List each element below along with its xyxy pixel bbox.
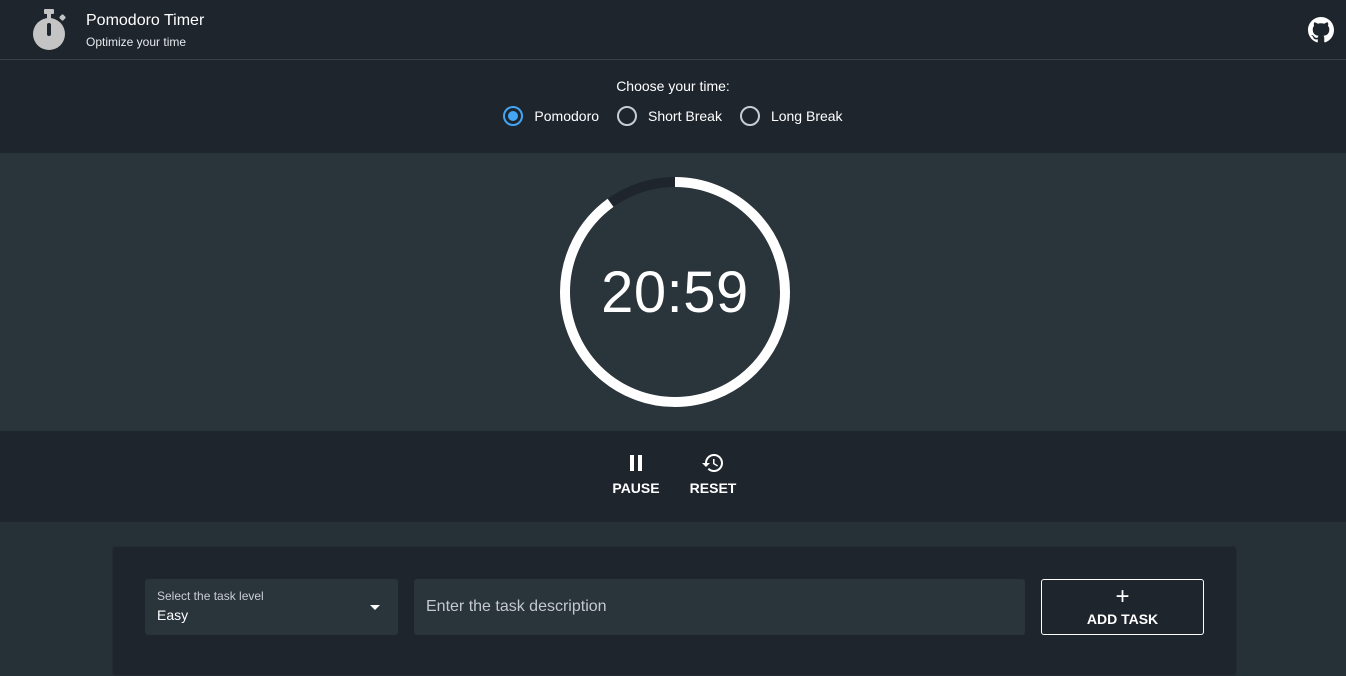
pause-icon xyxy=(630,455,642,471)
reset-button[interactable]: RESET xyxy=(678,451,748,501)
radio-label-long-break: Long Break xyxy=(770,108,843,124)
task-description-input[interactable] xyxy=(414,579,1025,635)
chooser-label: Choose your time: xyxy=(616,78,730,94)
task-level-select[interactable]: Select the task level Easy xyxy=(145,579,398,635)
time-chooser: Choose your time: Pomodoro Short Break L… xyxy=(0,60,1346,153)
add-task-label: ADD TASK xyxy=(1086,611,1159,627)
timer-section: 20:59 xyxy=(0,153,1346,431)
app-subtitle: Optimize your time xyxy=(86,35,187,49)
timer-display: 20:59 xyxy=(601,259,749,325)
stopwatch-icon xyxy=(33,9,66,50)
radio-label-short-break: Short Break xyxy=(648,108,722,124)
task-panel: Select the task level Easy + ADD TASK xyxy=(112,546,1237,676)
app-title: Pomodoro Timer xyxy=(86,12,205,29)
app-header: Pomodoro Timer Optimize your time xyxy=(0,0,1346,60)
time-radio-group: Pomodoro Short Break Long Break xyxy=(0,106,1346,126)
task-level-label: Select the task level xyxy=(157,589,264,603)
radio-checked-icon[interactable] xyxy=(503,106,524,126)
timer-controls: PAUSE RESET xyxy=(0,431,1346,522)
task-level-value: Easy xyxy=(157,607,189,623)
caret-down-icon xyxy=(370,605,380,610)
history-icon xyxy=(702,454,723,472)
reset-label: RESET xyxy=(689,480,737,496)
radio-unchecked-icon[interactable] xyxy=(617,106,638,126)
radio-short-break[interactable]: Short Break xyxy=(617,106,722,126)
radio-long-break[interactable]: Long Break xyxy=(739,106,843,126)
radio-label-pomodoro: Pomodoro xyxy=(534,108,600,124)
pause-label: PAUSE xyxy=(612,480,660,496)
radio-unchecked-icon[interactable] xyxy=(739,106,760,126)
plus-icon: + xyxy=(1115,583,1130,610)
radio-pomodoro[interactable]: Pomodoro xyxy=(503,106,599,126)
github-icon[interactable] xyxy=(1308,17,1334,43)
add-task-button[interactable]: + ADD TASK xyxy=(1041,579,1204,635)
pause-button[interactable]: PAUSE xyxy=(601,451,671,501)
